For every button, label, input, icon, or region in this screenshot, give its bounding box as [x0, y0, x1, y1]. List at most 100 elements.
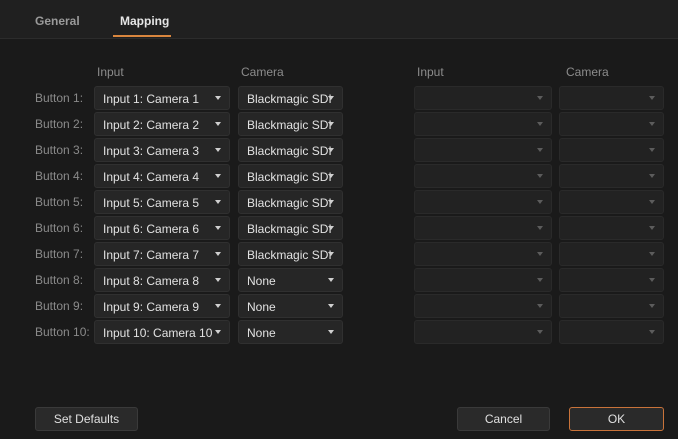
- button-10-camera-select[interactable]: None: [238, 320, 343, 344]
- chevron-down-icon: [215, 330, 221, 334]
- button-4-label: Button 4:: [35, 169, 84, 183]
- button-14-input-select[interactable]: [414, 164, 552, 188]
- button-11-camera-select[interactable]: [559, 86, 664, 110]
- button-20-input-select[interactable]: [414, 320, 552, 344]
- button-8-input-select[interactable]: Input 8: Camera 8: [94, 268, 230, 292]
- chevron-down-icon: [537, 304, 543, 308]
- column-header-camera-right: Camera: [566, 65, 609, 79]
- button-14-camera-select[interactable]: [559, 164, 664, 188]
- button-2-label: Button 2:: [35, 117, 84, 131]
- chevron-down-icon: [649, 304, 655, 308]
- chevron-down-icon: [215, 200, 221, 204]
- chevron-down-icon: [328, 304, 334, 308]
- button-5-input-select[interactable]: Input 5: Camera 5: [94, 190, 230, 214]
- button-4-camera-select[interactable]: Blackmagic SDI: [238, 164, 343, 188]
- cancel-button[interactable]: Cancel: [457, 407, 550, 431]
- button-1-label: Button 1:: [35, 91, 84, 105]
- button-12-camera-select[interactable]: [559, 112, 664, 136]
- chevron-down-icon: [215, 278, 221, 282]
- chevron-down-icon: [649, 148, 655, 152]
- button-2-input-select-value: Input 2: Camera 2: [103, 118, 200, 132]
- button-7-label: Button 7:: [35, 247, 84, 261]
- button-7-input-select-value: Input 7: Camera 7: [103, 248, 200, 262]
- chevron-down-icon: [537, 200, 543, 204]
- button-3-input-select[interactable]: Input 3: Camera 3: [94, 138, 230, 162]
- chevron-down-icon: [328, 330, 334, 334]
- chevron-down-icon: [328, 200, 334, 204]
- button-16-input-select[interactable]: [414, 216, 552, 240]
- chevron-down-icon: [215, 122, 221, 126]
- button-4-camera-select-value: Blackmagic SDI: [247, 170, 332, 184]
- chevron-down-icon: [537, 252, 543, 256]
- button-9-input-select-value: Input 9: Camera 9: [103, 300, 200, 314]
- button-5-label: Button 5:: [35, 195, 84, 209]
- button-7-camera-select[interactable]: Blackmagic SDI: [238, 242, 343, 266]
- button-8-label: Button 8:: [35, 273, 84, 287]
- button-18-camera-select[interactable]: [559, 268, 664, 292]
- chevron-down-icon: [649, 278, 655, 282]
- chevron-down-icon: [649, 330, 655, 334]
- button-9-camera-select[interactable]: None: [238, 294, 343, 318]
- button-19-input-select[interactable]: [414, 294, 552, 318]
- set-defaults-button[interactable]: Set Defaults: [35, 407, 138, 431]
- chevron-down-icon: [328, 122, 334, 126]
- chevron-down-icon: [537, 330, 543, 334]
- tab-mapping[interactable]: Mapping: [120, 14, 169, 28]
- button-10-input-select[interactable]: Input 10: Camera 10: [94, 320, 230, 344]
- button-9-input-select[interactable]: Input 9: Camera 9: [94, 294, 230, 318]
- chevron-down-icon: [537, 278, 543, 282]
- chevron-down-icon: [328, 252, 334, 256]
- button-6-camera-select-value: Blackmagic SDI: [247, 222, 332, 236]
- button-6-label: Button 6:: [35, 221, 84, 235]
- button-3-input-select-value: Input 3: Camera 3: [103, 144, 200, 158]
- chevron-down-icon: [215, 96, 221, 100]
- button-1-input-select[interactable]: Input 1: Camera 1: [94, 86, 230, 110]
- button-6-input-select-value: Input 6: Camera 6: [103, 222, 200, 236]
- button-2-camera-select-value: Blackmagic SDI: [247, 118, 332, 132]
- column-header-input-left: Input: [97, 65, 124, 79]
- button-2-camera-select[interactable]: Blackmagic SDI: [238, 112, 343, 136]
- button-17-input-select[interactable]: [414, 242, 552, 266]
- button-2-input-select[interactable]: Input 2: Camera 2: [94, 112, 230, 136]
- button-1-camera-select[interactable]: Blackmagic SDI: [238, 86, 343, 110]
- button-11-input-select[interactable]: [414, 86, 552, 110]
- button-4-input-select[interactable]: Input 4: Camera 4: [94, 164, 230, 188]
- button-9-label: Button 9:: [35, 299, 84, 313]
- button-16-camera-select[interactable]: [559, 216, 664, 240]
- chevron-down-icon: [328, 96, 334, 100]
- button-19-camera-select[interactable]: [559, 294, 664, 318]
- chevron-down-icon: [537, 122, 543, 126]
- chevron-down-icon: [537, 96, 543, 100]
- button-8-camera-select[interactable]: None: [238, 268, 343, 292]
- button-13-camera-select[interactable]: [559, 138, 664, 162]
- button-12-input-select[interactable]: [414, 112, 552, 136]
- button-17-camera-select[interactable]: [559, 242, 664, 266]
- button-5-camera-select[interactable]: Blackmagic SDI: [238, 190, 343, 214]
- button-7-camera-select-value: Blackmagic SDI: [247, 248, 332, 262]
- button-20-camera-select[interactable]: [559, 320, 664, 344]
- chevron-down-icon: [537, 174, 543, 178]
- button-8-input-select-value: Input 8: Camera 8: [103, 274, 200, 288]
- button-3-label: Button 3:: [35, 143, 84, 157]
- button-13-input-select[interactable]: [414, 138, 552, 162]
- tab-general[interactable]: General: [35, 14, 80, 28]
- button-15-input-select[interactable]: [414, 190, 552, 214]
- button-18-input-select[interactable]: [414, 268, 552, 292]
- button-5-input-select-value: Input 5: Camera 5: [103, 196, 200, 210]
- button-15-camera-select[interactable]: [559, 190, 664, 214]
- button-10-camera-select-value: None: [247, 326, 276, 340]
- chevron-down-icon: [215, 226, 221, 230]
- button-4-input-select-value: Input 4: Camera 4: [103, 170, 200, 184]
- button-3-camera-select[interactable]: Blackmagic SDI: [238, 138, 343, 162]
- chevron-down-icon: [649, 122, 655, 126]
- chevron-down-icon: [649, 252, 655, 256]
- button-6-input-select[interactable]: Input 6: Camera 6: [94, 216, 230, 240]
- tab-bar: General Mapping: [0, 0, 678, 39]
- button-7-input-select[interactable]: Input 7: Camera 7: [94, 242, 230, 266]
- ok-button[interactable]: OK: [569, 407, 664, 431]
- column-header-camera-left: Camera: [241, 65, 284, 79]
- chevron-down-icon: [328, 278, 334, 282]
- button-9-camera-select-value: None: [247, 300, 276, 314]
- chevron-down-icon: [537, 226, 543, 230]
- button-6-camera-select[interactable]: Blackmagic SDI: [238, 216, 343, 240]
